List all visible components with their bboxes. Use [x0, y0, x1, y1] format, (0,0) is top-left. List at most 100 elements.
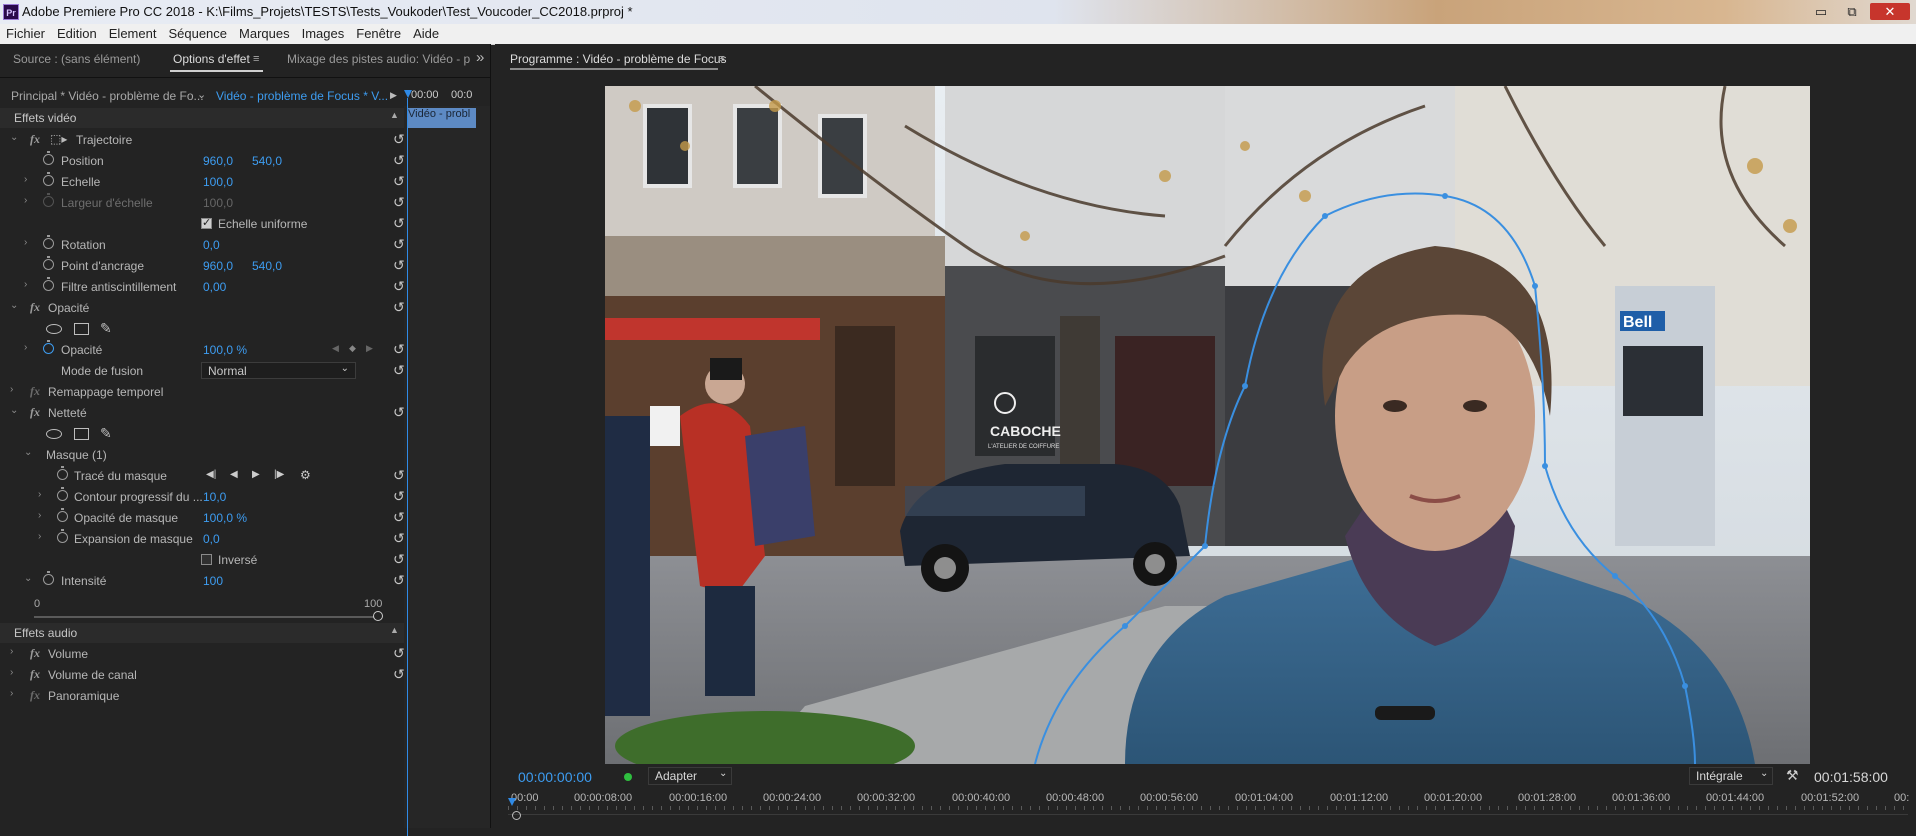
effect-volume[interactable]: › fx Volume ↺ [8, 644, 405, 665]
reset-icon[interactable]: ↺ [393, 467, 405, 484]
stopwatch-icon[interactable] [57, 487, 68, 501]
stopwatch-icon[interactable] [57, 508, 68, 522]
echelle-value[interactable]: 100,0 [203, 175, 233, 189]
menu-images[interactable]: Images [296, 24, 351, 41]
collapse-up-icon[interactable]: ▲ [390, 625, 399, 635]
menu-edition[interactable]: Edition [51, 24, 103, 41]
menu-fichier[interactable]: Fichier [0, 24, 51, 41]
intensity-value[interactable]: 100 [203, 574, 223, 588]
stopwatch-icon[interactable] [43, 256, 54, 270]
chevron-right-icon[interactable]: › [24, 342, 27, 353]
minimize-button[interactable]: ▭ [1810, 3, 1832, 20]
reset-icon[interactable]: ↺ [393, 257, 405, 274]
playhead-line[interactable] [407, 98, 408, 836]
reset-icon[interactable]: ↺ [393, 404, 405, 421]
close-button[interactable]: ✕ [1870, 3, 1910, 20]
fx-icon[interactable]: fx [30, 384, 40, 399]
tab-effect-options[interactable]: Options d'effet [173, 52, 250, 66]
play-clip-icon[interactable]: ▶ [390, 90, 397, 101]
chevron-right-icon[interactable]: › [38, 510, 41, 521]
chevron-down-icon[interactable]: ⌄ [24, 447, 32, 458]
blend-mode-dropdown[interactable]: Normal ⌄ [201, 362, 356, 379]
chevron-right-icon[interactable]: › [24, 195, 27, 206]
reset-icon[interactable]: ↺ [393, 509, 405, 526]
opacite-value[interactable]: 100,0 % [203, 343, 247, 357]
prev-keyframe-icon[interactable]: ◀ [332, 343, 339, 354]
mini-clip-block[interactable]: Vidéo - probl [408, 108, 476, 128]
effect-channel-volume[interactable]: › fx Volume de canal ↺ [8, 665, 405, 686]
fx-icon[interactable]: fx [30, 667, 40, 682]
reset-icon[interactable]: ↺ [393, 173, 405, 190]
chevron-down-icon[interactable]: ⌄ [197, 88, 206, 101]
antiflicker-value[interactable]: 0,00 [203, 280, 226, 294]
stopwatch-icon[interactable] [43, 172, 54, 186]
track-backward-icon[interactable]: ◀ [230, 469, 238, 480]
master-clip-selector[interactable]: Principal * Vidéo - problème de Fo... [11, 89, 204, 103]
menu-fenetre[interactable]: Fenêtre [350, 24, 407, 41]
reset-icon[interactable]: ↺ [393, 299, 405, 316]
fx-icon[interactable]: fx [30, 646, 40, 661]
chevron-right-icon[interactable]: › [10, 688, 13, 699]
chevron-right-icon[interactable]: › [24, 174, 27, 185]
chevron-right-icon[interactable]: › [10, 646, 13, 657]
program-video-frame[interactable]: CABOCHE L'ATELIER DE COIFFURE Bell [605, 86, 1810, 764]
playback-quality-dropdown[interactable]: Intégrale ⌄ [1689, 767, 1773, 785]
anchor-x-value[interactable]: 960,0 [203, 259, 233, 273]
reset-icon[interactable]: ↺ [393, 362, 405, 379]
ellipse-mask-icon[interactable] [46, 324, 62, 334]
clip-selector[interactable]: Vidéo - problème de Focus * V... [216, 89, 388, 103]
stopwatch-icon[interactable] [43, 571, 54, 585]
effect-nettete[interactable]: ⌄ fx Netteté ↺ [8, 403, 405, 424]
scrub-bar[interactable] [508, 814, 1908, 815]
transform-icon[interactable]: ⬚▸ [50, 132, 67, 146]
tab-audio-mix[interactable]: Mixage des pistes audio: Vidéo - p [287, 52, 470, 66]
reset-icon[interactable]: ↺ [393, 236, 405, 253]
next-keyframe-icon[interactable]: ▶ [366, 343, 373, 354]
chevron-down-icon[interactable]: ⌄ [10, 405, 18, 416]
effect-panner[interactable]: › fx Panoramique [8, 686, 403, 707]
chevron-down-icon[interactable]: ⌄ [10, 300, 18, 311]
mask-group[interactable]: ⌄ Masque (1) [8, 445, 403, 466]
reset-icon[interactable]: ↺ [393, 488, 405, 505]
current-timecode[interactable]: 00:00:00:00 [518, 769, 592, 785]
position-x-value[interactable]: 960,0 [203, 154, 233, 168]
reset-icon[interactable]: ↺ [393, 341, 405, 358]
chevron-right-icon[interactable]: › [38, 531, 41, 542]
track-forward-frame-icon[interactable]: |▶ [274, 469, 284, 480]
uniform-scale-checkbox[interactable] [201, 216, 212, 229]
add-keyframe-icon[interactable]: ◆ [349, 343, 356, 354]
track-back-frame-icon[interactable]: ◀| [206, 469, 216, 480]
mask-expansion-value[interactable]: 0,0 [203, 532, 220, 546]
zoom-fit-dropdown[interactable]: Adapter ⌄ [648, 767, 732, 785]
reset-icon[interactable]: ↺ [393, 530, 405, 547]
settings-wrench-icon[interactable]: ⚒ [1786, 767, 1799, 784]
chevron-right-icon[interactable]: › [38, 489, 41, 500]
reset-icon[interactable]: ↺ [393, 215, 405, 232]
intensity-slider-track[interactable] [34, 616, 378, 618]
menu-element[interactable]: Element [103, 24, 163, 41]
maximize-button[interactable]: ⧉ [1841, 3, 1863, 20]
rotation-value[interactable]: 0,0 [203, 238, 220, 252]
position-y-value[interactable]: 540,0 [252, 154, 282, 168]
rectangle-mask-icon[interactable] [74, 428, 89, 440]
reset-icon[interactable]: ↺ [393, 572, 405, 589]
chevron-right-icon[interactable]: › [24, 279, 27, 290]
stopwatch-icon[interactable] [43, 235, 54, 249]
reset-icon[interactable]: ↺ [393, 194, 405, 211]
chevron-down-icon[interactable]: ⌄ [10, 132, 18, 143]
chevron-down-icon[interactable]: ⌄ [24, 573, 32, 584]
anchor-y-value[interactable]: 540,0 [252, 259, 282, 273]
zoom-scroll-handle[interactable] [512, 811, 521, 820]
menu-marques[interactable]: Marques [233, 24, 296, 41]
fx-icon[interactable]: fx [30, 132, 40, 147]
reset-icon[interactable]: ↺ [393, 131, 405, 148]
fx-icon[interactable]: fx [30, 688, 40, 703]
inverted-checkbox[interactable] [201, 554, 212, 565]
chevron-right-icon[interactable]: › [24, 237, 27, 248]
chevron-right-icon[interactable]: › [10, 667, 13, 678]
program-monitor-title[interactable]: Programme : Vidéo - problème de Focus [510, 52, 727, 66]
menu-aide[interactable]: Aide [407, 24, 445, 41]
stopwatch-icon[interactable] [43, 340, 54, 354]
rectangle-mask-icon[interactable] [74, 323, 89, 335]
menu-sequence[interactable]: Séquence [162, 24, 233, 41]
